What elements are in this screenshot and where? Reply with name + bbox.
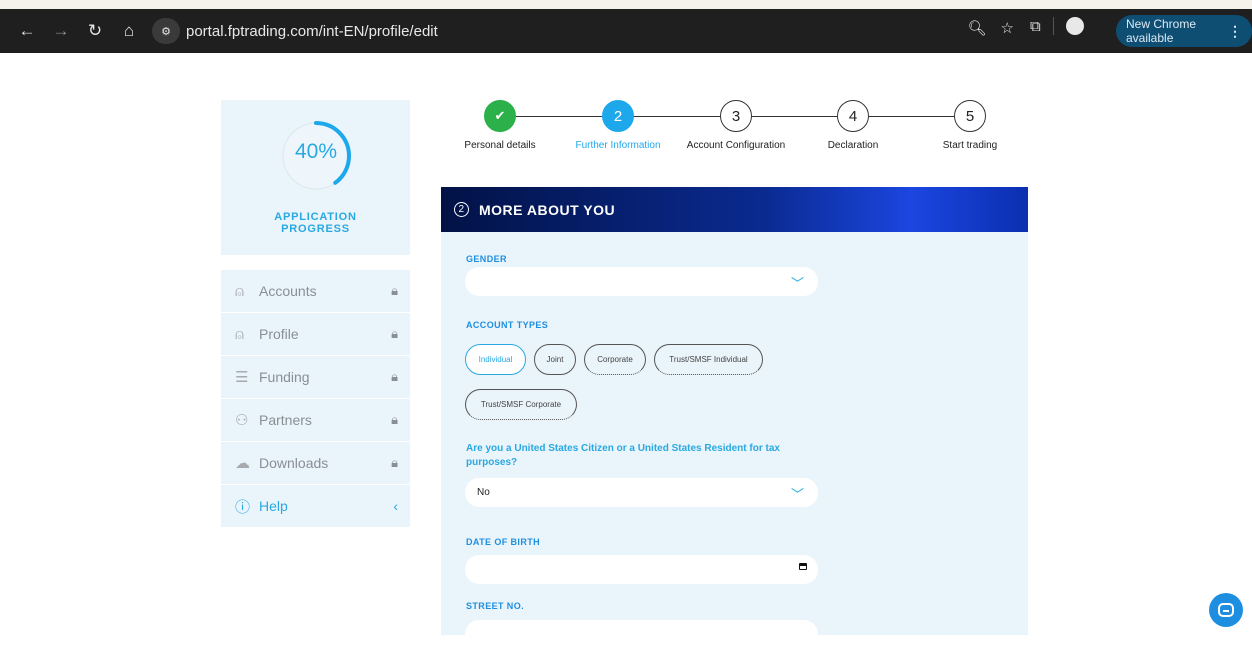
reload-icon[interactable]: ↻ [78,14,112,48]
sidebar-item-help[interactable]: ⓘ Help ‹ [221,485,410,528]
calendar-icon[interactable] [799,563,807,570]
step-number: 3 [720,100,752,132]
step-start-trading[interactable]: 5 Start trading [915,100,1025,151]
step-label: Declaration [827,140,879,151]
cloud-download-icon: ☁ [235,455,250,472]
us-citizen-select[interactable]: No ﹀ [465,478,818,507]
extensions-icon[interactable]: ⧉ [1030,18,1041,35]
account-types-label: ACCOUNT TYPES [466,320,549,330]
chevron-down-icon: ﹀ [790,487,804,502]
sidebar-item-partners[interactable]: ⚇ Partners 🔒︎ [221,399,410,442]
sidebar-item-label: Accounts [259,283,317,299]
lock-icon: 🔒︎ [391,283,398,298]
new-chrome-label: New Chrome available [1126,17,1197,45]
section-header: 2 MORE ABOUT YOU [441,187,1028,232]
profile-avatar-icon[interactable] [1065,17,1084,35]
bookmark-star-icon[interactable]: ☆ [1001,19,1014,37]
step-number: 4 [837,100,869,132]
gender-label: GENDER [466,254,507,264]
street-number-label: STREET NO. [466,601,525,611]
address-bar[interactable]: ⚙ portal.fptrading.com/int-EN/profile/ed… [148,15,1020,47]
account-type-individual[interactable]: Individual [465,344,526,375]
sidebar-item-label: Downloads [259,455,329,471]
new-chrome-button[interactable]: New Chrome available ⋮ [1116,15,1252,47]
step-personal-details[interactable]: ✔ Personal details [445,100,555,151]
step-label: Account Configuration [686,140,786,151]
home-icon[interactable]: ⌂ [112,14,146,48]
site-settings-icon[interactable]: ⚙ [152,18,180,44]
step-declaration[interactable]: 4 Declaration [798,100,908,151]
zoom-icon[interactable]: 🔍︎ [968,19,987,37]
more-about-you-form: 2 MORE ABOUT YOU GENDER ﹀ ACCOUNT TYPES … [441,187,1028,649]
wallet-icon: ☰ [235,369,249,386]
progress-label-line1: APPLICATION [274,211,357,223]
user-plus-icon: ⍝ [235,325,245,343]
chevron-down-icon: ﹀ [790,276,804,291]
sidebar-item-accounts[interactable]: ⍝ Accounts 🔒︎ [221,270,410,313]
section-title: MORE ABOUT YOU [479,201,616,218]
step-label: Start trading [942,140,998,151]
progress-percent: 40% [294,140,338,163]
browser-toolbar: ← → ↻ ⌂ ⚙ portal.fptrading.com/int-EN/pr… [0,9,1252,53]
step-label: Further Information [575,140,661,151]
step-number: 5 [954,100,986,132]
sidebar-menu: ⍝ Accounts 🔒︎ ⍝ Profile 🔒︎ ☰ Funding 🔒︎ … [221,270,410,528]
lock-icon: 🔒︎ [391,412,398,427]
menu-dots-icon[interactable]: ⋮ [1228,23,1242,40]
us-citizen-question: Are you a United States Citizen or a Uni… [466,443,780,468]
sidebar-help-label: Help [259,498,288,514]
account-type-trust-individual[interactable]: Trust/SMSF Individual [654,344,763,375]
toolbar-separator [1052,17,1054,35]
step-number: 2 [602,100,634,132]
chat-button[interactable] [1209,593,1243,627]
help-circle-icon: ⓘ [235,498,251,516]
section-number: 2 [454,202,469,217]
sidebar-item-label: Funding [259,369,310,385]
lock-icon: 🔒︎ [391,326,398,341]
progress-stepper: ✔ Personal details 2 Further Information… [441,100,1031,160]
step-further-information[interactable]: 2 Further Information [563,100,673,151]
account-type-joint[interactable]: Joint [534,344,576,375]
check-icon: ✔ [484,100,516,132]
forward-arrow-icon[interactable]: → [44,14,78,48]
user-icon: ⍝ [235,282,245,300]
date-of-birth-label: DATE OF BIRTH [466,537,541,547]
lock-icon: 🔒︎ [391,369,398,384]
step-label: Personal details [464,140,536,151]
application-progress-label: APPLICATION PROGRESS [221,211,410,235]
sidebar-item-label: Partners [259,412,312,428]
chevron-left-icon[interactable]: ‹ [393,498,398,514]
sidebar-item-profile[interactable]: ⍝ Profile 🔒︎ [221,313,410,356]
url-text[interactable]: portal.fptrading.com/int-EN/profile/edit [186,23,438,40]
step-account-configuration[interactable]: 3 Account Configuration [681,100,791,151]
back-arrow-icon[interactable]: ← [10,14,44,48]
chat-bubble-icon [1218,603,1234,617]
sidebar-item-downloads[interactable]: ☁ Downloads 🔒︎ [221,442,410,485]
window-top-strip [0,0,1252,9]
account-type-trust-corporate[interactable]: Trust/SMSF Corporate [465,389,577,420]
sidebar-item-label: Profile [259,326,299,342]
application-progress-card: 40% APPLICATION PROGRESS [221,100,410,255]
sidebar-item-funding[interactable]: ☰ Funding 🔒︎ [221,356,410,399]
gender-select[interactable]: ﹀ [465,267,818,296]
lock-icon: 🔒︎ [391,455,398,470]
account-type-corporate[interactable]: Corporate [584,344,646,375]
progress-label-line2: PROGRESS [281,223,350,235]
date-of-birth-input[interactable] [465,555,818,584]
us-citizen-value: No [477,487,490,498]
users-icon: ⚇ [235,412,249,429]
